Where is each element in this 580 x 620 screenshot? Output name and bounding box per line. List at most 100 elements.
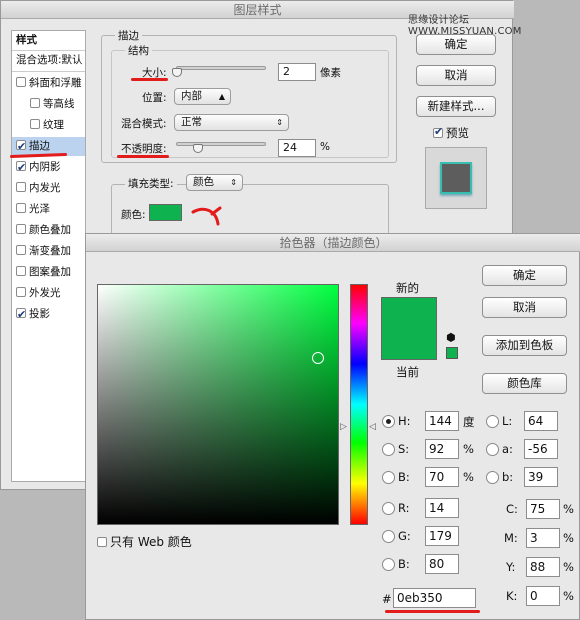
radio-h[interactable]	[382, 415, 395, 428]
opacity-input[interactable]: 24	[278, 139, 316, 157]
size-slider-track[interactable]	[176, 66, 266, 70]
radio-g[interactable]	[382, 530, 395, 543]
sidebar-item-inner-glow[interactable]: 内发光	[12, 179, 85, 198]
color-libraries-button[interactable]: 颜色库	[482, 373, 567, 394]
new-style-button[interactable]: 新建样式...	[416, 96, 496, 117]
sidebar-item-gradient-overlay[interactable]: 渐变叠加	[12, 242, 85, 261]
l-input[interactable]: 64	[524, 411, 558, 431]
hue-slider-right-arrow-icon[interactable]: ◁	[369, 422, 376, 432]
sidebar-item-label: 投影	[29, 308, 50, 320]
sidebar-item-label: 光泽	[29, 203, 50, 215]
sidebar-item-pattern-overlay[interactable]: 图案叠加	[12, 263, 85, 282]
radio-lab-b[interactable]	[486, 471, 499, 484]
divider	[12, 71, 85, 72]
hex-input[interactable]: 0eb350	[393, 588, 476, 608]
updown-arrow-icon: ⇕	[276, 118, 283, 127]
saturation-brightness-field[interactable]	[97, 284, 339, 525]
h-input[interactable]: 144	[425, 411, 459, 431]
stroke-color-swatch[interactable]	[149, 204, 182, 221]
sidebar-item-label: 外发光	[29, 287, 61, 299]
style-sidebar: 样式 混合选项:默认 斜面和浮雕 等高线 纹理 描边 内阴影 内发光 光泽 颜色…	[11, 30, 86, 482]
color-picker-dialog: 拾色器（描边颜色） ▷ ◁ 只有 Web 颜色 新的 当前 ⬢ 确定 取消 添加…	[85, 233, 580, 620]
k-label: K:	[506, 589, 518, 603]
cancel-button[interactable]: 取消	[416, 65, 496, 86]
lab-b-input[interactable]: 39	[524, 467, 558, 487]
checkbox[interactable]	[16, 158, 26, 177]
checkbox[interactable]	[16, 182, 26, 192]
hue-slider[interactable]	[350, 284, 368, 525]
radio-s[interactable]	[382, 443, 395, 456]
sidebar-item-inner-shadow[interactable]: 内阴影	[12, 158, 85, 177]
k-input[interactable]: 0	[526, 586, 560, 606]
m-input[interactable]: 3	[526, 528, 560, 548]
position-select[interactable]: 内部 ▲	[174, 88, 231, 105]
y-input[interactable]: 88	[526, 557, 560, 577]
s-label: S:	[398, 442, 410, 456]
position-value: 内部	[181, 90, 202, 102]
picker-ok-button[interactable]: 确定	[482, 265, 567, 286]
sidebar-header-styles[interactable]: 样式	[12, 31, 85, 50]
radio-l[interactable]	[486, 415, 499, 428]
radio-b[interactable]	[382, 471, 395, 484]
color-picker-cursor[interactable]	[312, 352, 324, 364]
opacity-unit: %	[320, 141, 330, 153]
g-input[interactable]: 179	[425, 526, 459, 546]
opacity-slider-track[interactable]	[176, 142, 266, 146]
checkbox[interactable]	[16, 203, 26, 213]
red-annotation-underline	[131, 78, 168, 81]
cube-icon[interactable]: ⬢	[446, 331, 456, 344]
color-picker-title: 拾色器（描边颜色）	[86, 234, 580, 252]
fill-type-select[interactable]: 颜色 ⇕	[186, 174, 243, 191]
sidebar-item-label: 混合选项:默认	[16, 54, 83, 66]
a-label: a:	[502, 442, 513, 456]
blue-label: B:	[398, 557, 410, 571]
sidebar-item-outer-glow[interactable]: 外发光	[12, 284, 85, 303]
updown-arrow-icon: ▲	[218, 92, 225, 101]
checkbox[interactable]	[16, 224, 26, 234]
preview-shape	[440, 162, 472, 194]
checkbox[interactable]	[30, 98, 40, 108]
sidebar-item-texture[interactable]: 纹理	[12, 116, 85, 135]
sidebar-item-bevel-emboss[interactable]: 斜面和浮雕	[12, 74, 85, 93]
preview-toggle[interactable]: 预览	[433, 125, 469, 141]
color-label: 颜色:	[121, 209, 146, 221]
preview-checkbox[interactable]	[433, 125, 443, 138]
sidebar-item-drop-shadow[interactable]: 投影	[12, 305, 85, 324]
blend-mode-select[interactable]: 正常 ⇕	[174, 114, 289, 131]
add-to-swatches-button[interactable]: 添加到色板	[482, 335, 567, 356]
ok-button[interactable]: 确定	[416, 34, 496, 55]
a-input[interactable]: -56	[524, 439, 558, 459]
sidebar-item-color-overlay[interactable]: 颜色叠加	[12, 221, 85, 240]
web-colors-checkbox[interactable]	[97, 537, 107, 547]
hex-label: #	[382, 592, 392, 606]
size-input[interactable]: 2	[278, 63, 316, 81]
b-input[interactable]: 70	[425, 467, 459, 487]
blend-mode-label: 混合模式:	[121, 118, 167, 130]
r-input[interactable]: 14	[425, 498, 459, 518]
checkbox[interactable]	[16, 266, 26, 276]
c-input[interactable]: 75	[526, 499, 560, 519]
sidebar-item-satin[interactable]: 光泽	[12, 200, 85, 219]
picker-cancel-button[interactable]: 取消	[482, 297, 567, 318]
new-color-swatch	[381, 297, 437, 360]
sidebar-item-contour[interactable]: 等高线	[12, 95, 85, 114]
radio-r[interactable]	[382, 502, 395, 515]
checkbox[interactable]	[16, 137, 26, 156]
hue-slider-left-arrow-icon[interactable]: ▷	[340, 422, 347, 432]
blue-input[interactable]: 80	[425, 554, 459, 574]
sidebar-item-blending-options[interactable]: 混合选项:默认	[12, 51, 85, 70]
web-colors-only-toggle[interactable]: 只有 Web 颜色	[97, 533, 192, 550]
checkbox[interactable]	[16, 287, 26, 297]
stroke-group-label: 描边	[115, 28, 142, 43]
sidebar-item-label: 颜色叠加	[29, 224, 71, 236]
checkbox[interactable]	[30, 119, 40, 129]
preview-label: 预览	[446, 126, 469, 140]
checkbox[interactable]	[16, 305, 26, 324]
checkbox[interactable]	[16, 77, 26, 87]
radio-blue[interactable]	[382, 558, 395, 571]
checkbox[interactable]	[16, 245, 26, 255]
radio-a[interactable]	[486, 443, 499, 456]
web-safe-color-swatch[interactable]	[446, 347, 458, 359]
updown-arrow-icon: ⇕	[230, 178, 237, 187]
s-input[interactable]: 92	[425, 439, 459, 459]
